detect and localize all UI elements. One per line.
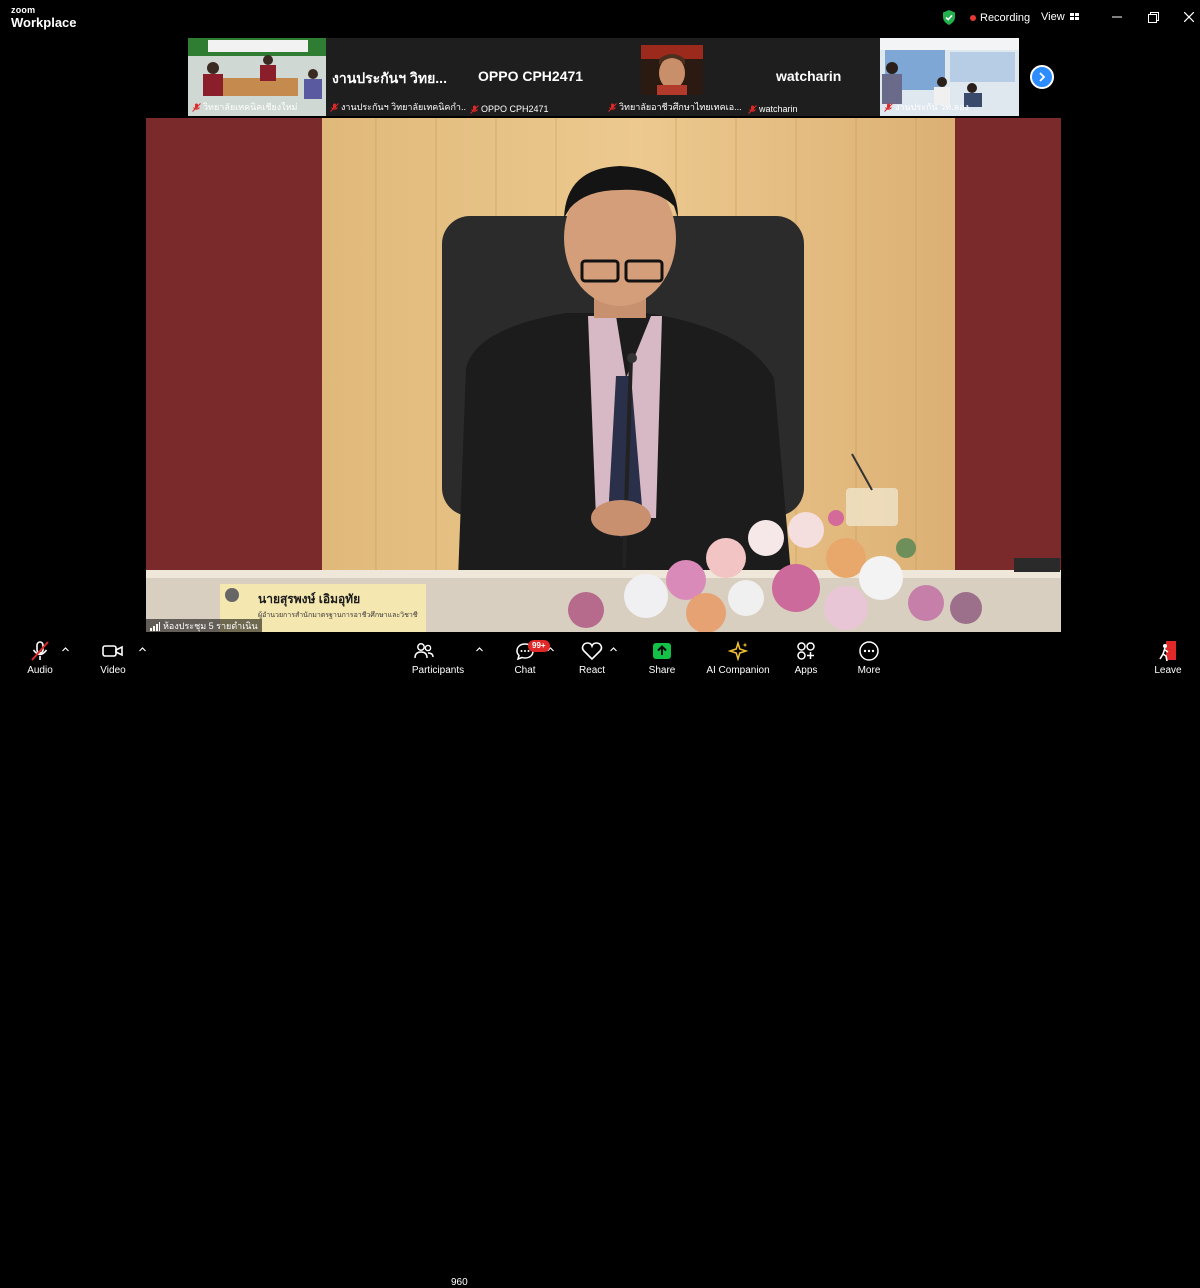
video-options-caret-icon[interactable] [138, 645, 147, 654]
participant-strip: วิทยาลัยเทคนิคเชียงใหม่ งานประกันฯ วิทย.… [188, 38, 1019, 116]
participant-name: วิทยาลัยอาชีวศึกษาไทยเทคเอ... [608, 100, 742, 114]
muted-mic-icon [192, 102, 201, 112]
view-button[interactable]: View [1041, 11, 1080, 23]
chat-unread-badge: 99+ [528, 640, 550, 652]
active-speaker-name-tag: ห้องประชุม 5 รายดำเนิน [146, 619, 262, 633]
speaker-video-frame [146, 118, 1061, 632]
more-button[interactable]: More [854, 633, 884, 680]
brand-large: Workplace [11, 15, 77, 30]
brand-small: zoom [11, 5, 36, 15]
participant-name: วิทยาลัยเทคนิคเชียงใหม่ [192, 100, 297, 114]
participant-name-text: วิทยาลัยเทคนิคเชียงใหม่ [203, 102, 298, 112]
next-page-button[interactable] [1030, 65, 1054, 89]
participants-icon [414, 643, 434, 659]
restore-icon [1147, 11, 1159, 23]
audio-label: Audio [27, 665, 53, 676]
recording-label: Recording [980, 12, 1031, 24]
share-button[interactable]: Share [645, 633, 679, 680]
participant-name: OPPO CPH2471 [470, 104, 549, 114]
leave-label: Leave [1154, 665, 1182, 676]
react-button[interactable]: React [576, 633, 608, 680]
participant-tile[interactable]: งานประกัน วท.ลอง [880, 38, 1019, 116]
participant-name-text: งานประกัน วท.ลอง [895, 102, 969, 112]
recording-indicator[interactable]: Recording [970, 12, 1030, 24]
participant-display-name: งานประกันฯ วิทย... [332, 70, 447, 86]
audio-button[interactable]: Audio [24, 633, 56, 680]
nameplate-title: ผู้อำนวยการสำนักมาตรฐานการอาชีวศึกษาและว… [258, 612, 418, 619]
minimize-button[interactable] [1107, 8, 1127, 26]
nameplate-name: นายสุรพงษ์ เอิมอุทัย [258, 592, 361, 606]
leave-door-icon [1159, 641, 1176, 662]
muted-mic-icon [884, 102, 893, 112]
participant-name-text: OPPO CPH2471 [481, 104, 549, 114]
participant-tile[interactable]: งานประกันฯ วิทย... งานประกันฯ วิทยาลัยเท… [326, 38, 466, 116]
participant-count: 960 [451, 1277, 468, 1288]
heart-react-icon [581, 642, 603, 661]
participant-name: งานประกันฯ วิทยาลัยเทคนิคกำ... [330, 100, 466, 114]
close-button[interactable] [1179, 8, 1199, 26]
leave-button[interactable]: Leave [1153, 633, 1183, 680]
grid-view-icon [1069, 13, 1079, 20]
participant-name-text: งานประกันฯ วิทยาลัยเทคนิคกำ... [341, 102, 466, 112]
more-options-icon [859, 641, 879, 661]
title-bar: zoom Workplace Recording View [0, 0, 1200, 36]
apps-button[interactable]: Apps [791, 633, 821, 680]
participant-avatar [641, 45, 703, 95]
chat-label: Chat [514, 665, 536, 676]
muted-mic-icon [330, 102, 339, 112]
audio-options-caret-icon[interactable] [61, 645, 70, 654]
video-label: Video [100, 665, 126, 676]
active-speaker-name: ห้องประชุม 5 รายดำเนิน [163, 621, 258, 631]
participant-display-name: OPPO CPH2471 [478, 68, 584, 84]
share-screen-icon [653, 643, 671, 659]
muted-mic-icon [470, 104, 479, 114]
video-camera-icon [102, 645, 123, 657]
participant-tile[interactable]: วิทยาลัยเทคนิคเชียงใหม่ [188, 38, 326, 116]
sparkle-icon [727, 641, 749, 661]
muted-mic-icon [608, 102, 617, 112]
participant-name-text: วิทยาลัยอาชีวศึกษาไทยเทคเอ... [619, 102, 742, 112]
restore-button[interactable] [1143, 8, 1163, 26]
ai-companion-button[interactable]: AI Companion [704, 633, 772, 680]
more-label: More [857, 665, 881, 676]
meeting-toolbar: Audio Video Participants 960 Chat React … [0, 633, 1200, 1288]
apps-label: Apps [794, 665, 818, 676]
muted-mic-icon [748, 104, 757, 114]
close-icon [1184, 12, 1194, 22]
muted-mic-icon [31, 641, 49, 661]
participant-display-name: watcharin [776, 68, 842, 84]
participant-name-text: watcharin [759, 104, 798, 114]
participants-button[interactable]: Participants [410, 633, 466, 680]
participant-tile[interactable]: watcharin watcharin [744, 38, 880, 116]
minimize-icon [1112, 16, 1122, 18]
ai-companion-label: AI Companion [706, 665, 770, 676]
participants-options-caret-icon[interactable] [475, 645, 484, 654]
zoom-logo: zoom Workplace [11, 5, 77, 30]
participant-tile[interactable]: วิทยาลัยอาชีวศึกษาไทยเทคเอ... [604, 38, 744, 116]
signal-strength-icon [150, 621, 160, 631]
participants-label: Participants [411, 665, 465, 676]
react-label: React [578, 665, 606, 676]
chevron-right-icon [1039, 72, 1046, 82]
video-button[interactable]: Video [97, 633, 129, 680]
participant-name: watcharin [748, 104, 798, 114]
active-speaker-video: นายสุรพงษ์ เอิมอุทัย ผู้อำนวยการสำนักมาต… [146, 118, 1061, 632]
view-label: View [1041, 11, 1065, 23]
recording-dot-icon [970, 15, 976, 21]
share-label: Share [648, 665, 676, 676]
apps-icon [797, 642, 815, 660]
react-options-caret-icon[interactable] [609, 645, 618, 654]
participant-tile[interactable]: OPPO CPH2471 OPPO CPH2471 [466, 38, 604, 116]
participant-name: งานประกัน วท.ลอง [884, 100, 969, 114]
security-shield-icon[interactable] [942, 10, 956, 25]
